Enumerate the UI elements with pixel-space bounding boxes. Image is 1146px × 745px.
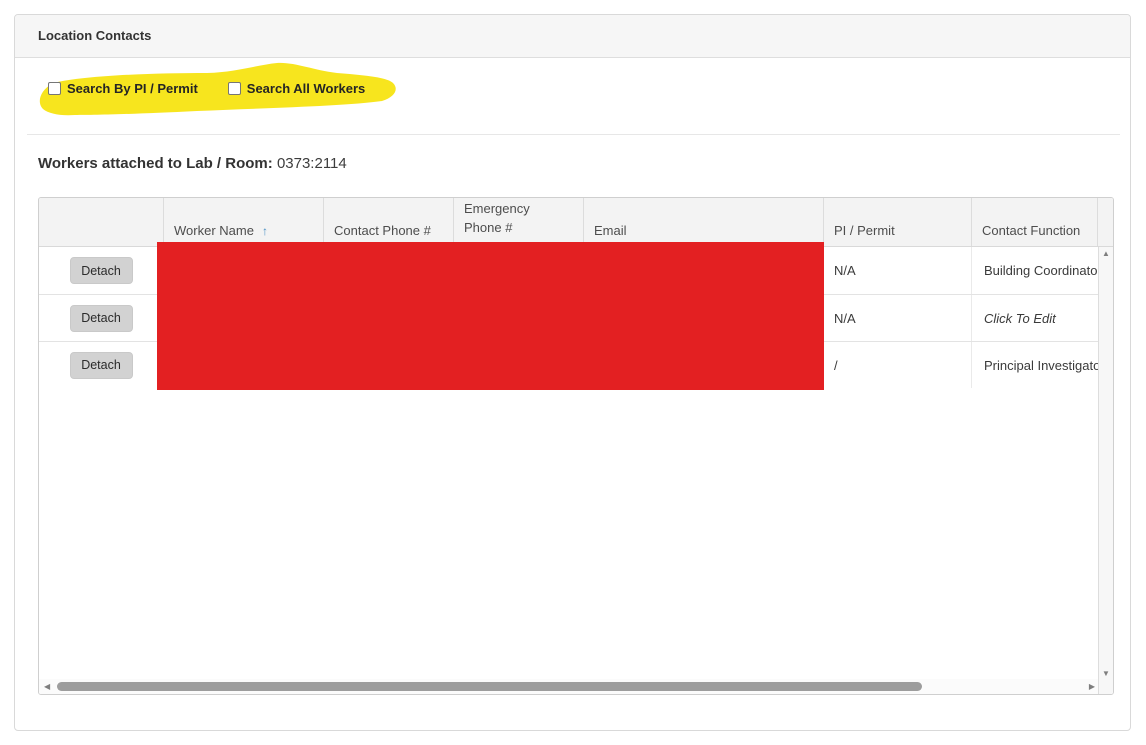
- contact-function-cell[interactable]: Principal Investigator: [972, 342, 1113, 388]
- search-by-pi-permit-label: Search By PI / Permit: [67, 81, 198, 96]
- workers-grid: Worker Name ↑ Contact Phone # Emergency …: [38, 197, 1114, 695]
- header-scrollbar-cap: [1098, 198, 1113, 246]
- pi-permit-cell: N/A: [824, 247, 972, 294]
- contact-function-cell[interactable]: Building Coordinator: [972, 247, 1113, 294]
- horizontal-scroll-thumb[interactable]: [57, 682, 922, 691]
- actions-cell: Detach: [39, 342, 164, 388]
- column-header-pi-permit[interactable]: PI / Permit: [824, 198, 972, 246]
- section-divider: [27, 134, 1120, 135]
- scrollbar-corner: [1098, 679, 1113, 694]
- grid-header-row: Worker Name ↑ Contact Phone # Emergency …: [39, 198, 1113, 247]
- search-all-workers-option: Search All Workers: [227, 81, 366, 96]
- pi-permit-cell: N/A: [824, 295, 972, 341]
- actions-cell: Detach: [39, 295, 164, 341]
- column-header-contact-function[interactable]: Contact Function: [972, 198, 1098, 246]
- detach-button[interactable]: Detach: [69, 257, 133, 284]
- column-header-contact-phone[interactable]: Contact Phone #: [324, 198, 454, 246]
- pi-permit-cell: /: [824, 342, 972, 388]
- column-header-emergency-phone[interactable]: Emergency Phone #: [454, 198, 584, 246]
- search-all-workers-checkbox[interactable]: [227, 82, 241, 95]
- search-all-workers-label: Search All Workers: [246, 81, 366, 96]
- column-header-actions: [39, 198, 164, 246]
- search-by-pi-permit-checkbox[interactable]: [48, 82, 61, 95]
- scroll-right-icon[interactable]: ▶: [1089, 682, 1095, 691]
- heading-label: Workers attached to Lab / Room:: [38, 155, 273, 172]
- search-options-row: Search By PI / Permit Search All Workers: [15, 58, 1130, 134]
- sort-ascending-icon: ↑: [261, 224, 268, 238]
- scroll-left-icon[interactable]: ◀: [44, 682, 50, 691]
- scroll-down-icon[interactable]: ▼: [1102, 670, 1110, 678]
- redaction-overlay: [157, 242, 824, 390]
- contact-function-cell[interactable]: Click To Edit: [972, 295, 1113, 341]
- search-by-pi-permit-option: Search By PI / Permit: [48, 81, 198, 96]
- location-contacts-panel: Location Contacts Search By PI / Permit …: [14, 14, 1131, 731]
- vertical-scrollbar[interactable]: ▲ ▼: [1098, 247, 1113, 681]
- column-header-worker-name[interactable]: Worker Name ↑: [164, 198, 324, 246]
- worker-name-header-label: Worker Name: [174, 223, 254, 238]
- actions-cell: Detach: [39, 247, 164, 294]
- panel-title: Location Contacts: [15, 15, 1130, 58]
- detach-button[interactable]: Detach: [69, 351, 133, 379]
- horizontal-scrollbar[interactable]: ◀ ▶: [39, 679, 1100, 694]
- scroll-up-icon[interactable]: ▲: [1102, 250, 1110, 258]
- workers-section-heading: Workers attached to Lab / Room: 0373:211…: [38, 155, 347, 172]
- detach-button[interactable]: Detach: [69, 304, 133, 332]
- column-header-email[interactable]: Email: [584, 198, 824, 246]
- lab-room-value: 0373:2114: [276, 155, 347, 172]
